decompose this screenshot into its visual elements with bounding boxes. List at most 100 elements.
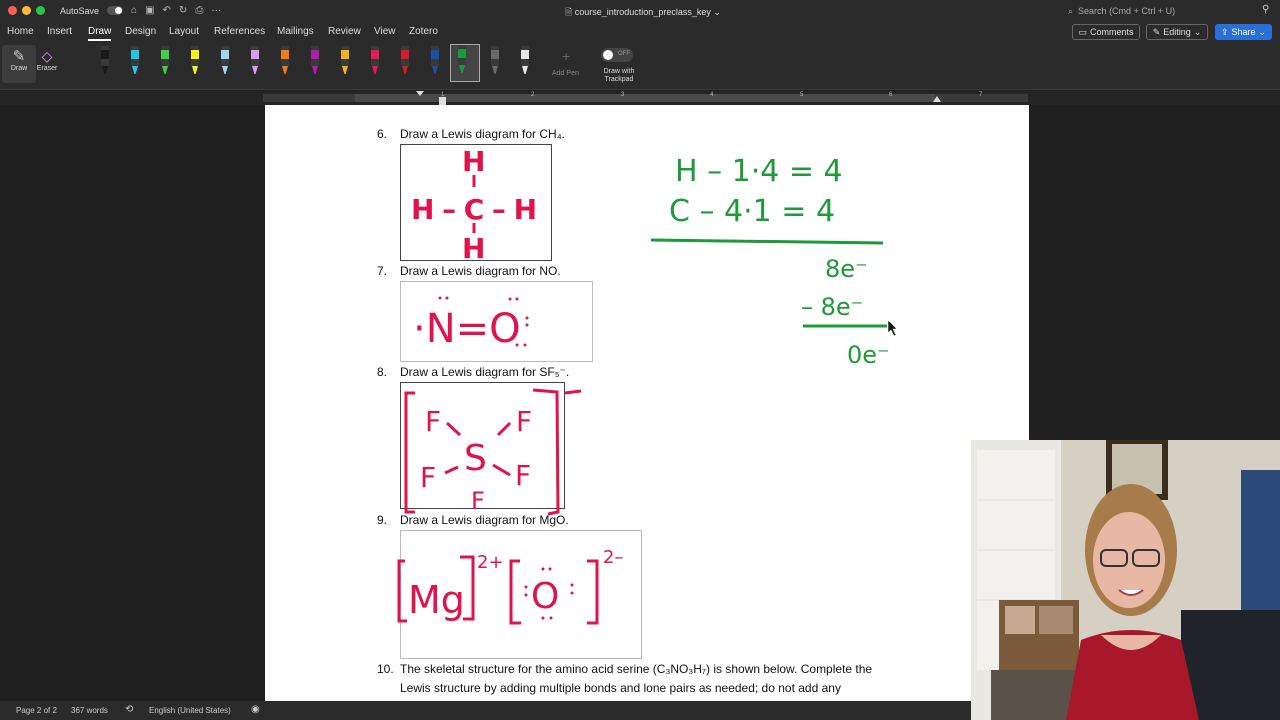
tab-review[interactable]: Review: [328, 26, 361, 37]
pen-swatch[interactable]: [154, 46, 176, 78]
pen-swatch[interactable]: [124, 46, 146, 78]
print-icon[interactable]: ⎙: [195, 5, 203, 16]
horizontal-ruler[interactable]: 1 2 3 4 5 6 7: [0, 91, 1280, 105]
ink-sf5: S F F F F F: [404, 388, 582, 516]
autosave-toggle[interactable]: [107, 6, 124, 15]
draw-with-trackpad-label: Draw with Trackpad: [603, 68, 635, 83]
tab-zotero[interactable]: Zotero: [409, 26, 438, 37]
lone-pair-dot: [508, 297, 512, 301]
pen-swatch[interactable]: [214, 46, 236, 78]
ink-text: H–C–H: [411, 193, 537, 226]
pen-swatch[interactable]: [394, 46, 416, 78]
chevron-down-icon: ⌄: [713, 7, 721, 17]
add-pen-icon[interactable]: +: [562, 48, 570, 64]
pen-swatch[interactable]: [274, 46, 296, 78]
search-placeholder: Search (Cmd + Ctrl + U): [1078, 6, 1176, 16]
ink-text: C – 4·1 = 4: [669, 194, 835, 229]
add-pen-label: Add Pen: [552, 70, 579, 77]
ink-layer[interactable]: H H–C–H H ·N=O S F F F F F Mg 2+ O 2– H …: [265, 105, 1029, 701]
home-icon[interactable]: ⌂: [131, 5, 137, 16]
lone-pair-dot: [548, 567, 552, 571]
tab-mailings[interactable]: Mailings: [277, 26, 314, 37]
lone-pair-dot: [523, 343, 527, 347]
tab-draw[interactable]: Draw: [88, 26, 112, 41]
ink-text: F: [420, 461, 436, 494]
indent-marker[interactable]: [439, 97, 446, 105]
pen-swatch[interactable]: [424, 46, 446, 78]
tab-references[interactable]: References: [214, 26, 265, 37]
document-page[interactable]: 6. Draw a Lewis diagram for CH₄. 7. Draw…: [265, 105, 1029, 701]
editing-button[interactable]: ✎ Editing ⌄: [1146, 24, 1208, 40]
pen-swatch[interactable]: [514, 46, 536, 78]
chevron-down-icon: ⌄: [1193, 26, 1202, 37]
trackpad-state: OFF: [618, 51, 630, 57]
share-icon: ⇪: [1220, 26, 1229, 37]
tab-home[interactable]: Home: [7, 26, 34, 37]
lone-pair-dot: [445, 296, 449, 300]
ink-text: O: [531, 576, 559, 617]
lone-pair-dot: [549, 616, 553, 620]
pen-swatch[interactable]: [184, 46, 206, 78]
ink-bond: [492, 463, 511, 477]
search-icon: ⌕: [1068, 5, 1074, 16]
ink-charge: [564, 389, 582, 395]
ruler-number: 7: [979, 92, 983, 98]
pen-swatch[interactable]: [334, 46, 356, 78]
ink-text: 0e⁻: [847, 341, 890, 369]
minimize-window-button[interactable]: [22, 6, 31, 15]
lone-pair-dot: [570, 591, 574, 595]
lone-pair-dot: [570, 583, 574, 587]
lone-pair-dot: [541, 567, 545, 571]
ink-bracket: [397, 559, 407, 623]
language[interactable]: English (United States): [149, 706, 231, 715]
ink-electron-count: H – 1·4 = 4 C – 4·1 = 4 8e⁻ – 8e⁻ 0e⁻: [650, 154, 890, 369]
pen-swatch[interactable]: [364, 46, 386, 78]
ruler-number: 6: [889, 92, 893, 98]
word-count[interactable]: 367 words: [71, 706, 108, 715]
mouse-cursor: [887, 319, 898, 337]
document-title[interactable]: 🗎 course_introduction_preclass_key ⌄: [565, 5, 721, 21]
pen-swatch[interactable]: [484, 46, 506, 78]
ink-ch4: H H–C–H H: [411, 145, 537, 265]
ink-bond: [445, 421, 462, 437]
pen-swatch[interactable]: [244, 46, 266, 78]
proofing-icon[interactable]: ⟲: [125, 704, 133, 715]
lone-pair-dot: [438, 296, 442, 300]
tab-view[interactable]: View: [374, 26, 396, 37]
redo-icon[interactable]: ↻: [179, 5, 187, 16]
eraser-tool-button[interactable]: ◇ Eraser: [30, 48, 64, 72]
comments-button[interactable]: ▭ Comments: [1072, 24, 1140, 40]
pen-swatch[interactable]: [94, 46, 116, 78]
eraser-icon: ◇: [41, 48, 53, 64]
more-icon[interactable]: ···: [211, 5, 221, 16]
undo-icon[interactable]: ↶: [163, 5, 171, 16]
search-box[interactable]: ⌕ Search (Cmd + Ctrl + U): [1068, 4, 1263, 18]
tab-design[interactable]: Design: [125, 26, 156, 37]
zoom-window-button[interactable]: [36, 6, 45, 15]
account-icon[interactable]: ⚲: [1262, 4, 1269, 15]
ink-rule: [650, 238, 884, 245]
ink-text: F: [515, 459, 531, 492]
ink-text: F: [471, 487, 485, 515]
ink-mgo: Mg 2+ O 2–: [397, 547, 623, 625]
page-count[interactable]: Page 2 of 2: [16, 706, 57, 715]
indent-marker[interactable]: [416, 91, 424, 96]
tab-layout[interactable]: Layout: [169, 26, 199, 37]
webcam-video: [971, 440, 1280, 720]
focus-icon[interactable]: ◉: [251, 704, 260, 715]
document-icon: 🗎: [565, 7, 573, 17]
share-button[interactable]: ⇪ Share ⌄: [1215, 24, 1272, 40]
right-indent-marker[interactable]: [933, 96, 941, 102]
ink-text: 2+: [477, 552, 504, 573]
pen-swatch[interactable]: [304, 46, 326, 78]
comment-icon: ▭: [1078, 26, 1087, 37]
pen-swatch[interactable]: [450, 44, 480, 82]
tab-insert[interactable]: Insert: [47, 26, 72, 37]
ink-text: 2–: [603, 547, 623, 568]
ink-text: H: [462, 232, 485, 265]
ink-bond: [444, 465, 459, 475]
pencil-icon: ✎: [1152, 26, 1161, 37]
save-icon[interactable]: ▣: [145, 5, 154, 16]
ink-text: F: [425, 405, 441, 438]
close-window-button[interactable]: [8, 6, 17, 15]
